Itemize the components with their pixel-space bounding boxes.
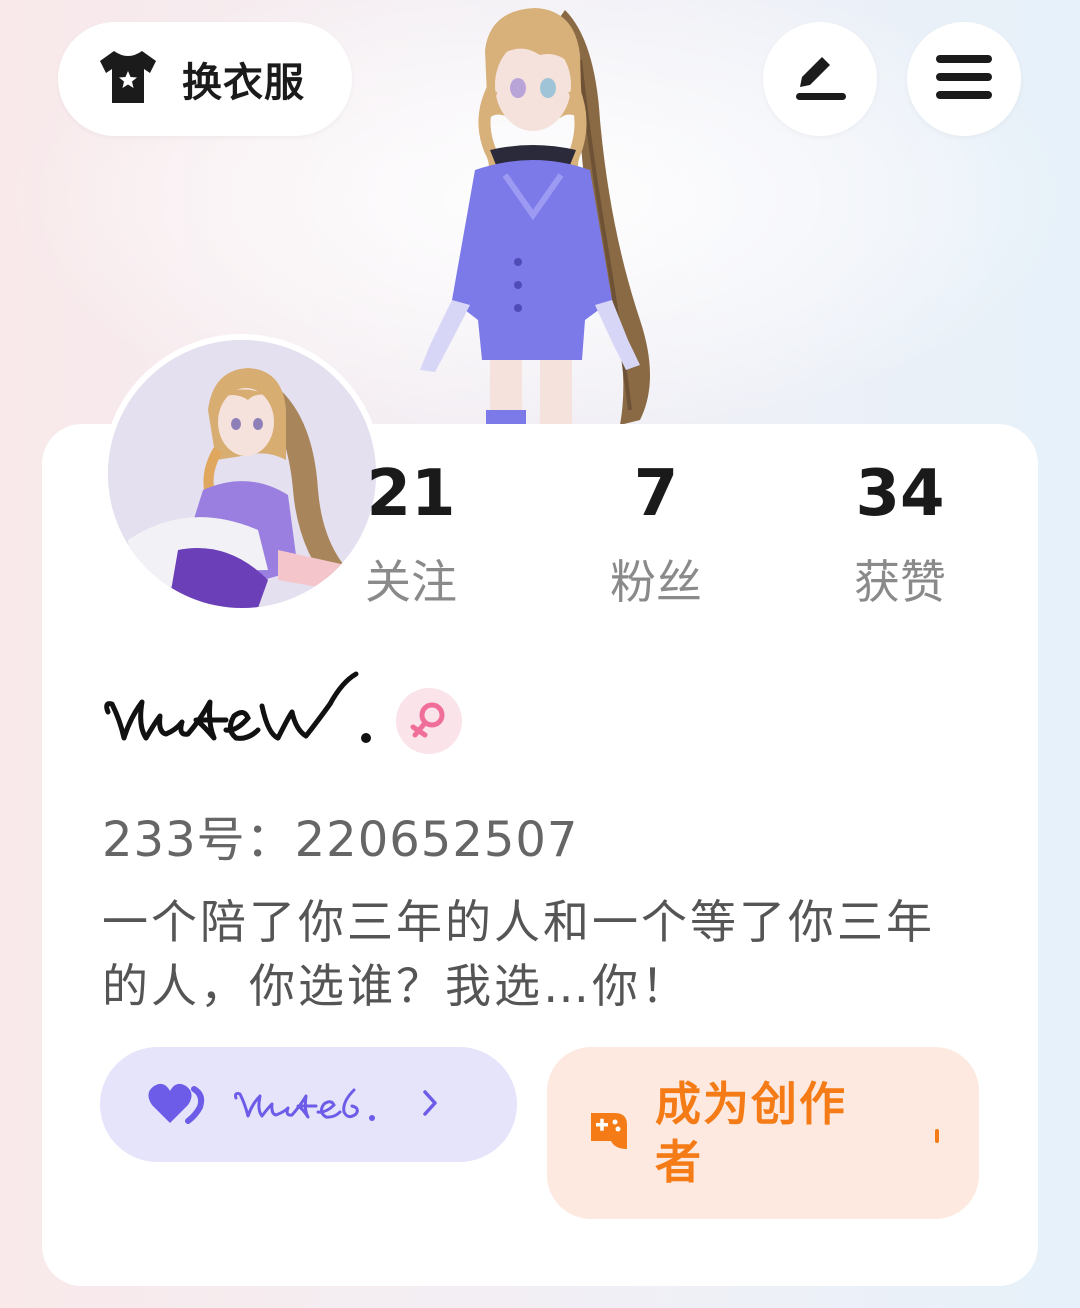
stat-likes[interactable]: 34 获赞	[800, 458, 1000, 612]
edit-profile-button[interactable]	[763, 22, 877, 136]
following-count: 21	[366, 457, 456, 531]
gamepad-icon	[587, 1107, 631, 1159]
creator-indicator	[935, 1129, 939, 1143]
followers-label: 粉丝	[610, 555, 702, 609]
shirt-icon	[96, 49, 160, 109]
become-creator-label: 成为创作者	[655, 1077, 847, 1189]
fan-club-name-script	[232, 1078, 412, 1132]
fan-club-button[interactable]	[100, 1047, 517, 1162]
hearts-icon	[148, 1081, 208, 1129]
nickname-script	[102, 668, 382, 760]
hamburger-menu-icon	[936, 53, 992, 105]
likes-label: 获赞	[854, 555, 946, 609]
female-icon	[396, 688, 462, 754]
become-creator-button[interactable]: 成为创作者	[547, 1047, 979, 1219]
followers-count: 7	[633, 457, 679, 531]
change-outfit-label: 换衣服	[182, 60, 305, 106]
stat-following[interactable]: 21 关注	[311, 458, 511, 612]
chevron-right-icon	[420, 1088, 440, 1122]
user-id: 233号：220652507	[102, 812, 579, 868]
user-bio: 一个陪了你三年的人和一个等了你三年的人，你选谁？我选…你！	[102, 895, 935, 1013]
menu-button[interactable]	[907, 22, 1021, 136]
likes-count: 34	[855, 457, 945, 531]
avatar-3d-character[interactable]	[390, 0, 690, 430]
following-label: 关注	[365, 555, 457, 609]
pencil-icon	[792, 51, 848, 107]
change-outfit-button[interactable]: 换衣服	[58, 22, 352, 136]
stat-followers[interactable]: 7 粉丝	[556, 458, 756, 612]
